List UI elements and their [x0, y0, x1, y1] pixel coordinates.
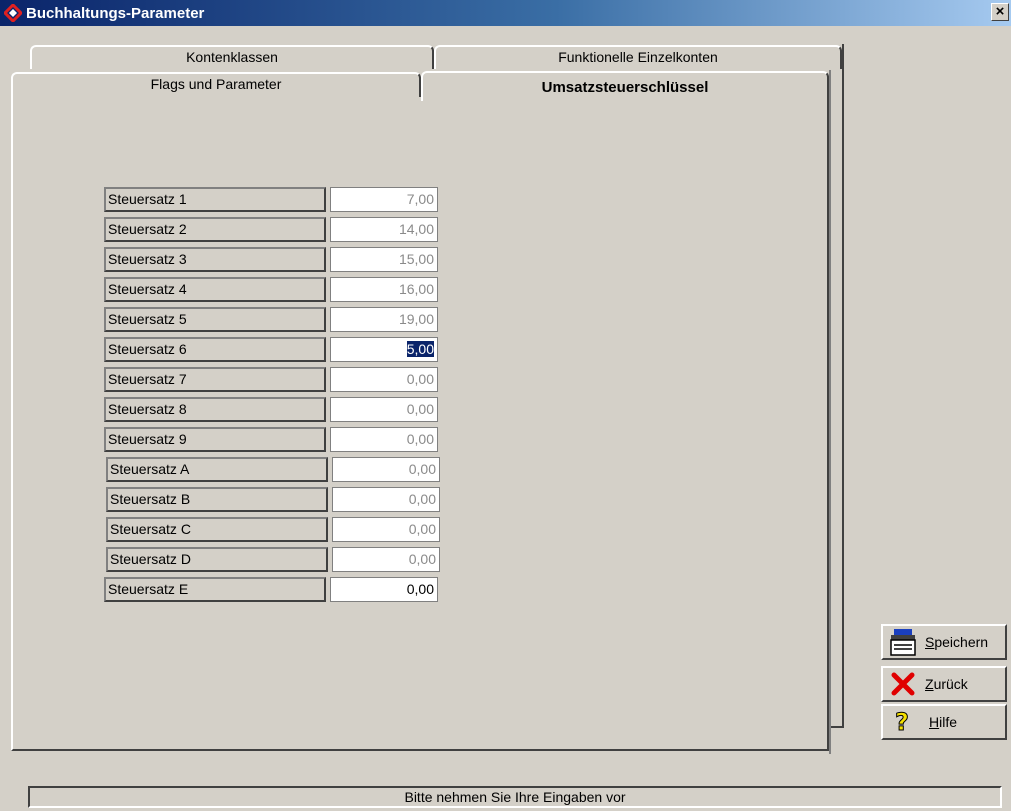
rate-row: Steuersatz 1 7,00	[104, 186, 438, 216]
rate-label: Steuersatz 2	[104, 217, 326, 242]
svg-text:?: ?	[895, 708, 909, 736]
help-button-label: Hilfe	[929, 714, 958, 730]
back-button[interactable]: Zurück	[881, 666, 1007, 702]
question-mark-icon: ?	[887, 706, 919, 738]
help-button[interactable]: ? Hilfe	[881, 704, 1007, 740]
rate-value-field[interactable]: 0,00	[332, 487, 440, 512]
rate-row: Steuersatz 4 16,00	[104, 276, 438, 306]
close-button[interactable]: ×	[991, 3, 1009, 21]
rate-row: Steuersatz 7 0,00	[104, 366, 438, 396]
rate-row: Steuersatz B 0,00	[104, 486, 440, 516]
selected-text: 5,00	[406, 341, 434, 357]
rate-label: Steuersatz 4	[104, 277, 326, 302]
rate-label: Steuersatz 9	[104, 427, 326, 452]
rate-label: Steuersatz B	[106, 487, 328, 512]
rate-row: Steuersatz A 0,00	[104, 456, 440, 486]
rate-value-field[interactable]: 0,00	[330, 367, 438, 392]
save-button[interactable]: Speichern	[881, 624, 1007, 660]
tab-stack-edge	[829, 70, 831, 754]
rate-value-field[interactable]: 0,00	[332, 547, 440, 572]
window-title: Buchhaltungs-Parameter	[26, 4, 205, 22]
tab-label: Funktionelle Einzelkonten	[558, 49, 718, 65]
rate-row: Steuersatz 3 15,00	[104, 246, 438, 276]
rate-value-field[interactable]: 14,00	[330, 217, 438, 242]
rate-label: Steuersatz 1	[104, 187, 326, 212]
rate-value-field[interactable]: 0,00	[332, 517, 440, 542]
back-button-label: Zurück	[925, 676, 968, 692]
rate-row: Steuersatz 6 5,00	[104, 336, 438, 366]
rate-label: Steuersatz 6	[104, 337, 326, 362]
tax-rate-grid: Steuersatz 1 7,00 Steuersatz 2 14,00 Ste…	[104, 186, 440, 606]
rate-value-field[interactable]: 0,00	[332, 457, 440, 482]
tab-flags-und-parameter[interactable]: Flags und Parameter	[11, 72, 421, 98]
app-logo-icon	[4, 4, 22, 22]
rate-label: Steuersatz E	[104, 577, 326, 602]
rate-value-field-selected[interactable]: 5,00	[330, 337, 438, 362]
status-text: Bitte nehmen Sie Ihre Eingaben vor	[404, 789, 626, 805]
rate-row: Steuersatz C 0,00	[104, 516, 440, 546]
rate-row: Steuersatz 5 19,00	[104, 306, 438, 336]
title-bar: Buchhaltungs-Parameter ×	[0, 0, 1011, 26]
rate-value-field[interactable]: 15,00	[330, 247, 438, 272]
rate-value-field[interactable]: 0,00	[330, 577, 438, 602]
rate-value-field[interactable]: 0,00	[330, 427, 438, 452]
rate-label: Steuersatz 3	[104, 247, 326, 272]
rate-value-field[interactable]: 19,00	[330, 307, 438, 332]
rate-label: Steuersatz 7	[104, 367, 326, 392]
rate-row: Steuersatz D 0,00	[104, 546, 440, 576]
rate-value-field[interactable]: 7,00	[330, 187, 438, 212]
rate-row: Steuersatz 2 14,00	[104, 216, 438, 246]
tab-funktionelle-einzelkonten[interactable]: Funktionelle Einzelkonten	[434, 45, 842, 69]
red-x-icon	[887, 668, 919, 700]
rate-value-field[interactable]: 16,00	[330, 277, 438, 302]
tab-label: Kontenklassen	[186, 49, 278, 65]
rate-row: Steuersatz 8 0,00	[104, 396, 438, 426]
printer-save-icon	[887, 626, 919, 658]
tab-label: Flags und Parameter	[150, 76, 282, 92]
tab-umsatzsteuerschluessel[interactable]: Umsatzsteuerschlüssel	[421, 71, 829, 101]
rate-row: Steuersatz 9 0,00	[104, 426, 438, 456]
tab-label: Umsatzsteuerschlüssel	[541, 79, 709, 96]
rate-label: Steuersatz D	[106, 547, 328, 572]
rate-label: Steuersatz 5	[104, 307, 326, 332]
rate-label: Steuersatz 8	[104, 397, 326, 422]
status-bar: Bitte nehmen Sie Ihre Eingaben vor	[28, 786, 1002, 808]
save-button-label: Speichern	[925, 634, 989, 650]
tab-stack-edge	[842, 44, 844, 728]
rate-label: Steuersatz A	[106, 457, 328, 482]
tab-kontenklassen[interactable]: Kontenklassen	[30, 45, 434, 69]
rate-label: Steuersatz C	[106, 517, 328, 542]
rate-value-field[interactable]: 0,00	[330, 397, 438, 422]
rate-row: Steuersatz E 0,00	[104, 576, 438, 606]
